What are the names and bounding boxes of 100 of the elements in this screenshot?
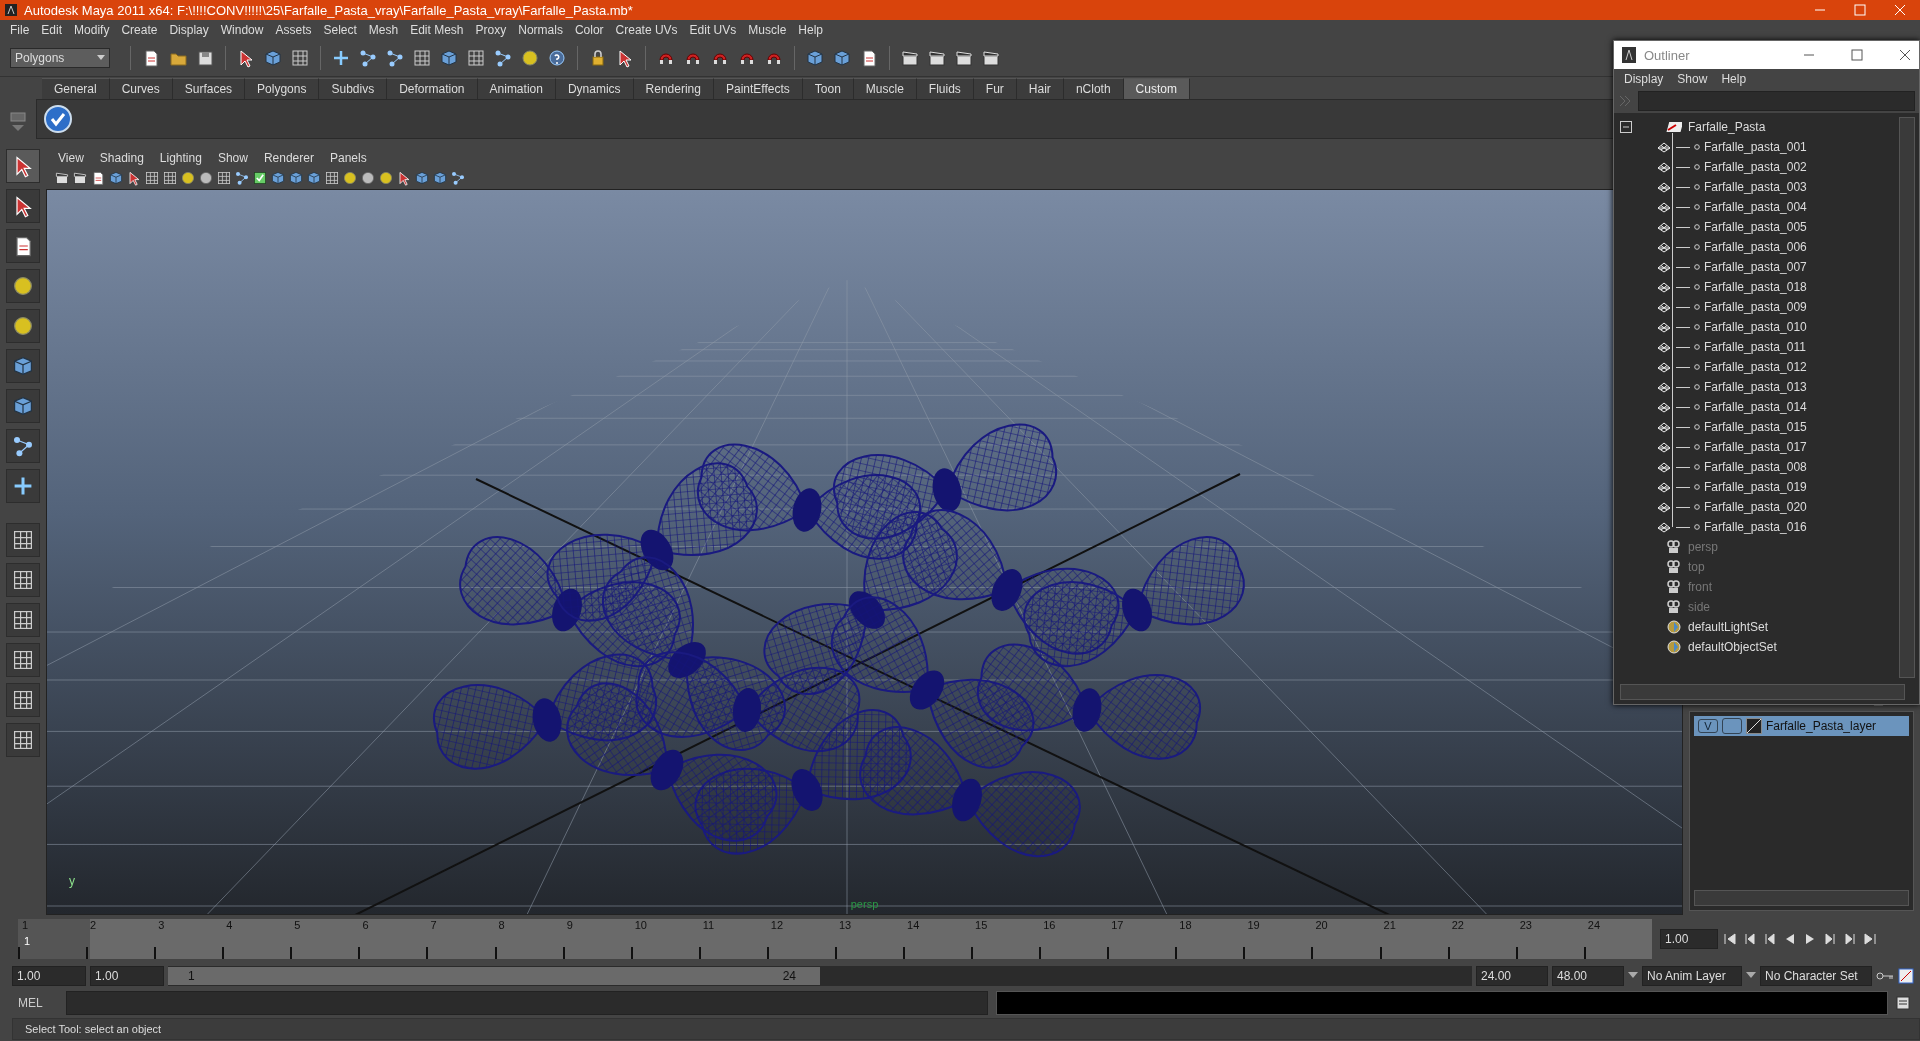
- menu-item[interactable]: Edit: [35, 23, 69, 37]
- cube-icon[interactable]: [414, 170, 430, 186]
- outliner-item[interactable]: Farfalle_pasta_003: [1704, 180, 1807, 194]
- playback-end-field[interactable]: 24.00: [1476, 966, 1548, 986]
- step-back-key-icon[interactable]: [1744, 933, 1756, 945]
- viewport-menu-item[interactable]: Renderer: [255, 151, 322, 165]
- viewport-menu-item[interactable]: Show: [209, 151, 256, 165]
- shelf-tab[interactable]: Rendering: [633, 78, 714, 99]
- menu-item[interactable]: Create UVs: [609, 23, 684, 37]
- visibility-toggle[interactable]: V: [1698, 719, 1718, 733]
- clapper-icon[interactable]: [981, 48, 1001, 68]
- maximize-icon[interactable]: [1851, 49, 1863, 61]
- vertical-scrollbar[interactable]: [1899, 117, 1915, 678]
- key-icon[interactable]: [1876, 971, 1894, 981]
- shelf-tab[interactable]: nCloth: [1063, 78, 1124, 99]
- shelf-tab[interactable]: Animation: [477, 78, 556, 99]
- grid-icon[interactable]: [11, 608, 35, 632]
- outliner-menu-item[interactable]: Help: [1721, 72, 1747, 86]
- menu-item[interactable]: Color: [568, 23, 610, 37]
- cube-icon[interactable]: [439, 48, 459, 68]
- nodes-icon[interactable]: [450, 170, 466, 186]
- shelf-tab[interactable]: Dynamics: [555, 78, 634, 99]
- outliner-item[interactable]: Farfalle_pasta_017: [1704, 440, 1807, 454]
- horizontal-scrollbar[interactable]: [1694, 890, 1909, 906]
- nodes-icon[interactable]: [493, 48, 513, 68]
- command-language-label[interactable]: MEL: [18, 996, 58, 1010]
- save-icon[interactable]: [195, 48, 215, 68]
- menu-item[interactable]: Edit UVs: [683, 23, 743, 37]
- mode-dropdown[interactable]: Polygons: [10, 48, 110, 68]
- time-slider[interactable]: 1 1 2 3 4 5 6 7 8 9 10 11 12 13 14 15 16 17 18 19 20 21 22 23 24: [18, 919, 1652, 959]
- grid-icon[interactable]: [324, 170, 340, 186]
- skip-to-start-icon[interactable]: [1724, 933, 1736, 945]
- outliner-item[interactable]: Farfalle_pasta_016: [1704, 520, 1807, 534]
- cube-icon[interactable]: [11, 394, 35, 418]
- outliner-item[interactable]: Farfalle_pasta_010: [1704, 320, 1807, 334]
- range-slider-track[interactable]: 1 24: [168, 966, 1472, 986]
- outliner-item[interactable]: Farfalle_pasta_002: [1704, 160, 1807, 174]
- filter-field[interactable]: [1638, 91, 1915, 111]
- menu-item[interactable]: Assets: [269, 23, 318, 37]
- sphere-icon[interactable]: [198, 170, 214, 186]
- outliner-item[interactable]: Farfalle_pasta_013: [1704, 380, 1807, 394]
- collapse-icon[interactable]: [1620, 121, 1632, 133]
- shelf-tab[interactable]: Fur: [973, 78, 1017, 99]
- cube-icon[interactable]: [270, 170, 286, 186]
- outliner-item[interactable]: Farfalle_pasta_006: [1704, 240, 1807, 254]
- help-icon[interactable]: [547, 48, 567, 68]
- outliner-item[interactable]: Farfalle_Pasta: [1688, 120, 1766, 134]
- grid-icon[interactable]: [412, 48, 432, 68]
- outliner-item[interactable]: Farfalle_pasta_001: [1704, 140, 1807, 154]
- cube-icon[interactable]: [832, 48, 852, 68]
- close-icon[interactable]: [1899, 49, 1911, 61]
- outliner-item[interactable]: defaultObjectSet: [1688, 640, 1777, 654]
- clapper-icon[interactable]: [900, 48, 920, 68]
- step-forward-frame-icon[interactable]: [1824, 933, 1836, 945]
- menu-item[interactable]: Create: [115, 23, 164, 37]
- grid-icon[interactable]: [162, 170, 178, 186]
- grid-icon[interactable]: [11, 528, 35, 552]
- outliner-item[interactable]: Farfalle_pasta_019: [1704, 480, 1807, 494]
- menu-item[interactable]: Display: [163, 23, 215, 37]
- viewport-menu-item[interactable]: Shading: [91, 151, 152, 165]
- step-forward-key-icon[interactable]: [1844, 933, 1856, 945]
- sphere-icon[interactable]: [378, 170, 394, 186]
- start-time-field[interactable]: 1.00: [12, 966, 86, 986]
- outliner-item[interactable]: Farfalle_pasta_015: [1704, 420, 1807, 434]
- play-backward-icon[interactable]: [1784, 933, 1796, 945]
- cube-icon[interactable]: [306, 170, 322, 186]
- cube-icon[interactable]: [263, 48, 283, 68]
- grid-icon[interactable]: [290, 48, 310, 68]
- current-time-field[interactable]: 1.00: [1660, 929, 1718, 949]
- shelf-tab[interactable]: Custom: [1123, 78, 1190, 99]
- viewport-menu-item[interactable]: Panels: [321, 151, 375, 165]
- outliner-item[interactable]: Farfalle_pasta_012: [1704, 360, 1807, 374]
- shelf-tab[interactable]: Deformation: [387, 78, 478, 99]
- range-slider-bar[interactable]: 1 24: [168, 967, 820, 985]
- character-set-dropdown[interactable]: No Character Set: [1760, 966, 1872, 986]
- step-back-frame-icon[interactable]: [1764, 933, 1776, 945]
- grid-icon[interactable]: [11, 728, 35, 752]
- shelf-tab[interactable]: Muscle: [853, 78, 917, 99]
- cube-icon[interactable]: [288, 170, 304, 186]
- menu-item[interactable]: File: [4, 23, 36, 37]
- shelf-tab[interactable]: Fluids: [916, 78, 974, 99]
- outliner-item[interactable]: Farfalle_pasta_020: [1704, 500, 1807, 514]
- sphere-icon[interactable]: [360, 170, 376, 186]
- viewport-menu-item[interactable]: View: [50, 151, 92, 165]
- outliner-menu-item[interactable]: Display: [1624, 72, 1664, 86]
- nodes-icon[interactable]: [234, 170, 250, 186]
- shelf-tab[interactable]: Hair: [1016, 78, 1064, 99]
- outliner-menu-item[interactable]: Show: [1677, 72, 1708, 86]
- outliner-item[interactable]: Farfalle_pasta_005: [1704, 220, 1807, 234]
- outliner-item[interactable]: Farfalle_pasta_014: [1704, 400, 1807, 414]
- sphere-icon[interactable]: [342, 170, 358, 186]
- outliner-item[interactable]: Farfalle_pasta_018: [1704, 280, 1807, 294]
- viewport-menu-item[interactable]: Lighting: [151, 151, 210, 165]
- shelf-tab[interactable]: General: [42, 78, 110, 99]
- shelf-tab[interactable]: Subdivs: [319, 78, 388, 99]
- sphere-icon[interactable]: [180, 170, 196, 186]
- plus-icon[interactable]: [331, 48, 351, 68]
- layer-row[interactable]: V Farfalle_Pasta_layer: [1694, 716, 1909, 736]
- sphere-icon[interactable]: [11, 274, 35, 298]
- grid-icon[interactable]: [144, 170, 160, 186]
